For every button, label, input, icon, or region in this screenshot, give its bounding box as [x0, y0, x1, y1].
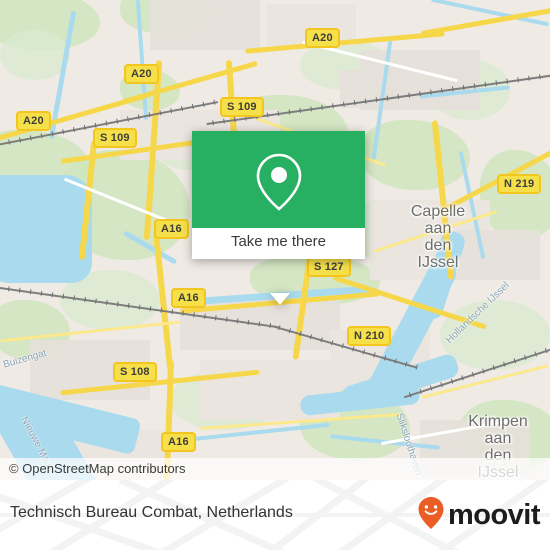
page-title: Technisch Bureau Combat, Netherlands — [10, 504, 293, 521]
moovit-wordmark: moovit — [447, 498, 541, 531]
footer-bar: Technisch Bureau Combat, Netherlands moo… — [0, 480, 550, 550]
road-shield-s109: S 109 — [93, 128, 137, 148]
map-screenshot: Hollandsche IJssel Sliksloothaven Buizen… — [0, 0, 550, 550]
road-shield-a20: A20 — [124, 64, 159, 84]
popup-footer[interactable]: Take me there — [192, 228, 365, 259]
popup-tail — [270, 293, 290, 305]
road-shield-a20: A20 — [305, 28, 340, 48]
road-shield-n219: N 219 — [497, 174, 542, 194]
osm-attribution-text[interactable]: © OpenStreetMap contributors — [9, 461, 186, 476]
road-shield-s108: S 108 — [113, 362, 157, 382]
road-shield-s127: S 127 — [307, 257, 351, 277]
road-shield-a16: A16 — [161, 432, 196, 452]
moovit-pin-smile-icon — [417, 496, 445, 535]
road-shield-s109: S 109 — [220, 97, 264, 117]
map-attribution-bar: © OpenStreetMap contributors — [0, 458, 550, 480]
road-shield-a16: A16 — [171, 288, 206, 308]
popup-header — [192, 131, 365, 228]
map-pin-icon — [253, 151, 305, 218]
road-shield-a16: A16 — [154, 219, 189, 239]
moovit-logo[interactable]: moovit — [417, 496, 541, 531]
road-shield-a20: A20 — [16, 111, 51, 131]
take-me-there-label: Take me there — [230, 233, 327, 250]
location-popup[interactable]: Take me there — [192, 131, 365, 305]
map-canvas[interactable]: Hollandsche IJssel Sliksloothaven Buizen… — [0, 0, 550, 480]
road-shield-n210: N 210 — [347, 326, 392, 346]
